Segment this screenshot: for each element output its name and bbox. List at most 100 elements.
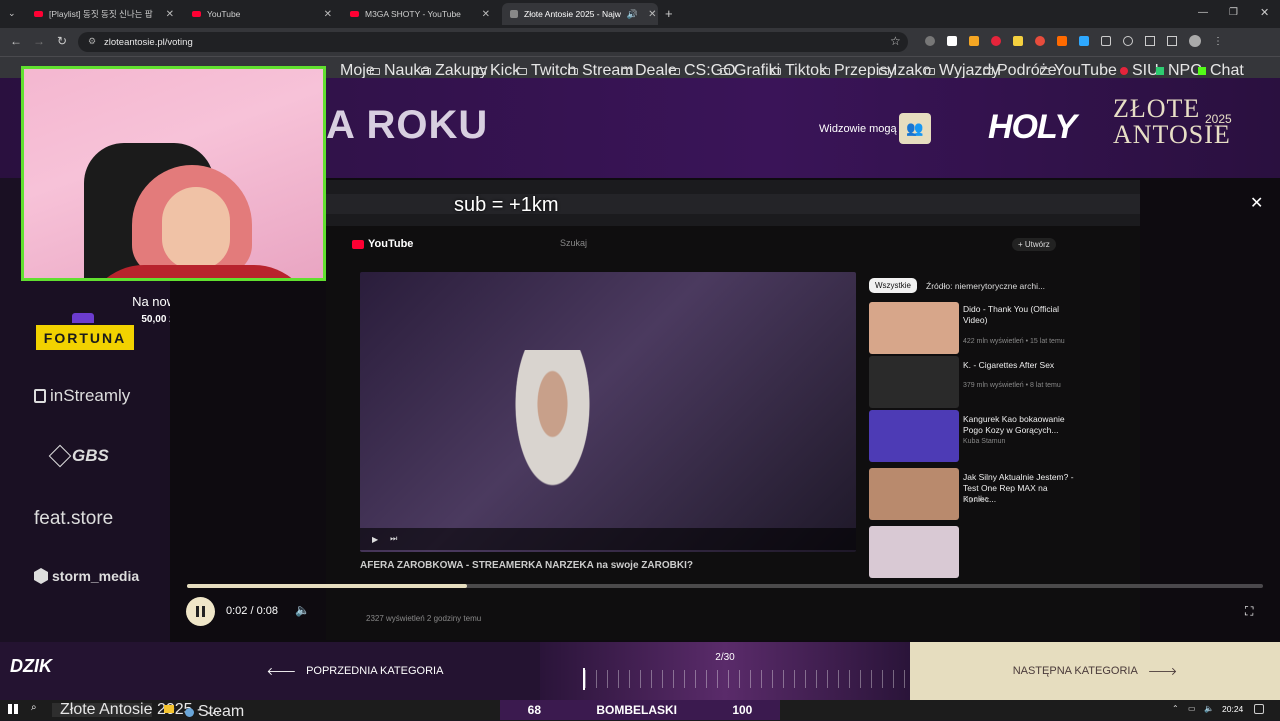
extension-icon[interactable] bbox=[1035, 36, 1045, 46]
bookmark-star-icon[interactable]: ☆ bbox=[890, 34, 901, 48]
sponsor-feat-store[interactable]: feat.store bbox=[34, 508, 113, 530]
window-close-icon[interactable]: ✕ bbox=[1260, 6, 1269, 19]
ticker-right-value: 100 bbox=[732, 703, 753, 717]
bookmarks-icon[interactable] bbox=[1145, 36, 1155, 46]
tab-label: [Playlist] 동짓 동짓 신나는 팝 bbox=[49, 9, 153, 19]
extension-icon[interactable] bbox=[947, 36, 957, 46]
video-yt-title: AFERA ZAROBKOWA - STREAMERKA NARZEKA na … bbox=[360, 560, 693, 571]
video-yt-recommendation-title: Kangurek Kao bokaowanie Pogo Kozy w Gorą… bbox=[963, 414, 1065, 435]
network-icon[interactable]: ▭ bbox=[1188, 704, 1196, 713]
youtube-icon bbox=[192, 11, 201, 17]
extension-icon[interactable] bbox=[1057, 36, 1067, 46]
extension-icon[interactable] bbox=[925, 36, 935, 46]
folder-icon bbox=[517, 67, 527, 75]
category-pager-ticks bbox=[585, 670, 915, 688]
ticker-name: BOMBELASKI bbox=[596, 703, 677, 717]
pause-button[interactable] bbox=[186, 597, 215, 626]
extension-icon[interactable] bbox=[969, 36, 979, 46]
close-tab-icon[interactable]: ✕ bbox=[482, 9, 490, 20]
folder-icon bbox=[421, 67, 431, 75]
file-explorer-icon[interactable] bbox=[164, 705, 174, 713]
folder-icon bbox=[720, 67, 730, 75]
back-icon[interactable]: ← bbox=[10, 34, 22, 48]
video-progress-fill bbox=[187, 584, 467, 588]
sponsor-fortuna[interactable]: FORTUNA bbox=[36, 325, 134, 350]
site-info-icon[interactable]: ⚙ bbox=[88, 36, 96, 47]
volume-tray-icon[interactable]: 🔈 bbox=[1204, 704, 1214, 713]
key-icon[interactable] bbox=[1123, 36, 1133, 46]
video-yt-recommendation-thumb bbox=[869, 410, 959, 462]
taskbar-item-steam[interactable]: Steam bbox=[185, 703, 244, 721]
taskbar-item-browser[interactable]: Złote Antosie 2025 - ... bbox=[52, 701, 220, 718]
video-yt-recommendation-thumb bbox=[869, 302, 959, 354]
browser-tab-m3ga-shoty[interactable]: M3GA SHOTY - YouTube ✕ bbox=[342, 3, 498, 25]
close-tab-icon[interactable]: ✕ bbox=[166, 9, 174, 20]
folder-icon bbox=[568, 67, 578, 75]
arrow-left-icon: 🡐 bbox=[266, 666, 297, 678]
video-yt-recommendation-title: K. - Cigarettes After Sex bbox=[963, 360, 1055, 370]
forward-icon[interactable]: → bbox=[33, 34, 45, 48]
folder-icon bbox=[983, 67, 993, 75]
folder-icon bbox=[621, 67, 631, 75]
viewers-label: Widzowie mogą bbox=[819, 123, 897, 135]
sponsor-storm-media[interactable]: storm_media bbox=[34, 568, 139, 584]
browser-tab-playlist[interactable]: [Playlist] 동짓 동짓 신나는 팝 ✕ bbox=[26, 3, 182, 25]
pause-icon-bar bbox=[196, 606, 199, 617]
folder-icon bbox=[476, 67, 486, 75]
next-category-label: NASTĘPNA KATEGORIA bbox=[1012, 665, 1138, 677]
close-video-button[interactable]: ✕ bbox=[1250, 193, 1263, 213]
brand-dzik-logo: DZIK bbox=[10, 656, 52, 676]
site-icon bbox=[1120, 67, 1128, 75]
address-bar[interactable]: ⚙ zloteantosie.pl/voting bbox=[78, 32, 908, 52]
site-icon bbox=[1156, 67, 1164, 75]
profile-avatar[interactable] bbox=[1189, 35, 1201, 47]
close-tab-icon[interactable]: ✕ bbox=[324, 9, 332, 20]
notifications-icon[interactable] bbox=[1254, 704, 1264, 714]
arrow-right-icon: 🡒 bbox=[1147, 666, 1178, 678]
video-frame-streamer bbox=[495, 350, 610, 530]
video-yt-recommendation-thumb bbox=[869, 356, 959, 408]
video-yt-recommendation-title: Dido - Thank You (Official Video) bbox=[963, 304, 1060, 325]
video-overlay-text: sub = +1km bbox=[454, 194, 559, 216]
speaker-icon[interactable]: 🔊 bbox=[627, 9, 638, 20]
taskbar-label: Steam bbox=[198, 703, 245, 720]
extension-icon[interactable] bbox=[991, 36, 1001, 46]
menu-icon[interactable]: ⋮ bbox=[1213, 36, 1223, 47]
folder-icon bbox=[771, 67, 781, 75]
yt-logo-text: YouTube bbox=[368, 238, 414, 250]
folder-icon bbox=[370, 67, 380, 75]
sponsor-gbs[interactable]: GBS bbox=[48, 444, 109, 468]
video-frame-toolbar bbox=[326, 194, 1140, 214]
category-pager-text: 2/30 bbox=[715, 652, 735, 663]
previous-category-button[interactable]: 🡐 POPRZEDNIA KATEGORIA bbox=[170, 642, 540, 700]
reload-icon[interactable]: ↻ bbox=[57, 34, 67, 48]
close-tab-icon[interactable]: ✕ bbox=[648, 9, 656, 20]
volume-icon[interactable]: 🔈 bbox=[295, 603, 310, 617]
tab-search-icon[interactable]: ⌄ bbox=[8, 8, 16, 19]
brand-holy-logo: HOLY bbox=[988, 108, 1077, 146]
folder-icon bbox=[670, 67, 680, 75]
users-icon: 👥 bbox=[906, 120, 924, 136]
new-tab-button[interactable]: + bbox=[665, 6, 673, 21]
extension-icon[interactable] bbox=[1079, 36, 1089, 46]
sponsor-instreamly[interactable]: inStreamly bbox=[34, 386, 130, 406]
viewers-button[interactable]: 👥 bbox=[899, 113, 931, 144]
video-yt-recommendation-meta: Kuba Stamun bbox=[963, 438, 1006, 445]
extension-icon[interactable] bbox=[1013, 36, 1023, 46]
browser-tab-youtube[interactable]: YouTube ✕ bbox=[184, 3, 340, 25]
minimize-icon[interactable]: — bbox=[1198, 7, 1208, 18]
reading-list-icon[interactable] bbox=[1167, 36, 1177, 46]
windows-start-icon[interactable] bbox=[8, 704, 18, 714]
next-category-button[interactable]: NASTĘPNA KATEGORIA 🡒 bbox=[910, 642, 1280, 700]
puzzle-icon[interactable] bbox=[1101, 36, 1111, 46]
video-yt-logo: YouTube bbox=[352, 238, 413, 250]
browser-tab-zlote-antosie[interactable]: Złote Antosie 2025 - Najw 🔊 ✕ bbox=[502, 3, 658, 25]
url-text: zloteantosie.pl/voting bbox=[104, 36, 193, 48]
video-yt-recommendation-thumb bbox=[869, 468, 959, 520]
restore-icon[interactable]: ❐ bbox=[1229, 7, 1238, 18]
tray-chevron-icon[interactable]: ⌃ bbox=[1172, 704, 1179, 713]
fullscreen-icon[interactable]: ⛶ bbox=[1245, 604, 1253, 619]
search-icon[interactable]: ⌕ bbox=[31, 702, 37, 713]
folder-icon bbox=[820, 67, 830, 75]
category-pager-current bbox=[583, 668, 585, 690]
